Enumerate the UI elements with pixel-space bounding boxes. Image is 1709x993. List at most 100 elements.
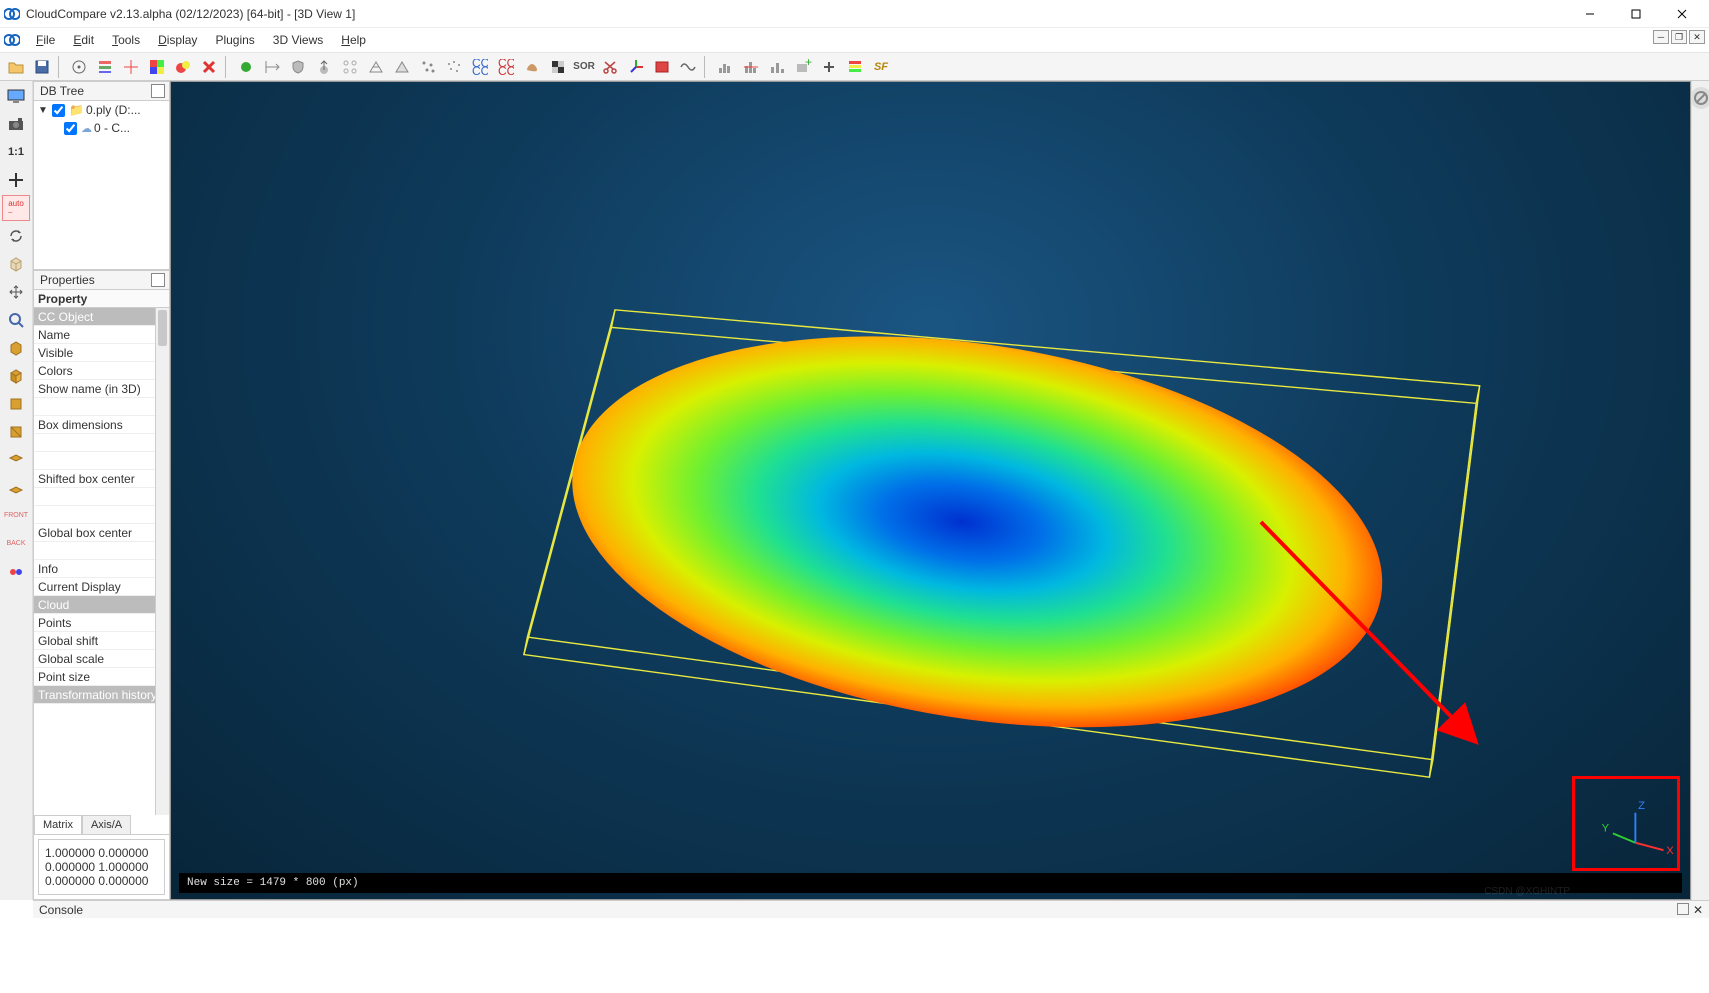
triangulate-icon[interactable] <box>390 55 414 79</box>
tree-root-checkbox[interactable] <box>52 104 65 117</box>
colorize-icon[interactable] <box>171 55 195 79</box>
iso2-icon[interactable] <box>2 363 30 389</box>
properties-header[interactable]: Properties <box>33 270 170 290</box>
hist1-icon[interactable] <box>713 55 737 79</box>
tree-row-child[interactable]: ☁ 0 - C... <box>34 119 169 137</box>
menu-display[interactable]: Display <box>150 30 205 50</box>
cc-blue-icon[interactable]: CCCC <box>468 55 492 79</box>
property-row[interactable] <box>34 542 169 560</box>
iso4-icon[interactable] <box>2 475 30 501</box>
property-row[interactable]: Box dimensions <box>34 416 169 434</box>
front-icon[interactable]: FRONT <box>2 503 30 529</box>
maximize-button[interactable] <box>1613 0 1659 28</box>
delete-icon[interactable] <box>197 55 221 79</box>
close-icon[interactable]: ✕ <box>1693 903 1705 915</box>
property-row[interactable]: Colors <box>34 362 169 380</box>
list-icon[interactable] <box>93 55 117 79</box>
mdi-minimize-button[interactable]: ─ <box>1653 30 1669 44</box>
mdi-close-button[interactable]: ✕ <box>1689 30 1705 44</box>
sor-icon[interactable]: SOR <box>572 55 596 79</box>
pick-icon[interactable] <box>67 55 91 79</box>
book-icon[interactable] <box>650 55 674 79</box>
back-icon[interactable]: BACK <box>2 531 30 557</box>
zoom-icon[interactable] <box>2 307 30 333</box>
tab-matrix[interactable]: Matrix <box>34 815 82 834</box>
property-row[interactable]: Visible <box>34 344 169 362</box>
close-button[interactable] <box>1659 0 1705 28</box>
property-row[interactable] <box>34 488 169 506</box>
cc-red-icon[interactable]: CCCC <box>494 55 518 79</box>
3d-viewport[interactable]: X Y Z New size = 1479 * 800 (px) CSDN @X… <box>170 81 1691 900</box>
checker-icon[interactable] <box>546 55 570 79</box>
tree-child-checkbox[interactable] <box>64 122 77 135</box>
menu-help[interactable]: Help <box>333 30 374 50</box>
auto-icon[interactable]: auto⎯ <box>2 195 30 221</box>
property-row[interactable]: Name <box>34 326 169 344</box>
property-row[interactable]: Point size <box>34 668 169 686</box>
sf-icon[interactable]: SF <box>869 55 893 79</box>
property-row[interactable]: Global box center <box>34 524 169 542</box>
monitor-icon[interactable] <box>2 83 30 109</box>
add-layer-icon[interactable]: + <box>791 55 815 79</box>
shield-icon[interactable] <box>286 55 310 79</box>
menu-file[interactable]: File <box>28 30 63 50</box>
axis-icon[interactable] <box>624 55 648 79</box>
normals-icon[interactable] <box>312 55 336 79</box>
dock-icon[interactable] <box>151 273 165 287</box>
scissors-icon[interactable] <box>598 55 622 79</box>
collapse-icon[interactable]: ▼ <box>38 105 48 116</box>
menu-edit[interactable]: Edit <box>65 30 102 50</box>
property-row[interactable] <box>34 506 169 524</box>
property-row[interactable]: Show name (in 3D) <box>34 380 169 398</box>
property-row[interactable]: Current Display <box>34 578 169 596</box>
property-row[interactable] <box>34 452 169 470</box>
center-icon[interactable] <box>119 55 143 79</box>
menu-3dviews[interactable]: 3D Views <box>265 30 331 50</box>
save-icon[interactable] <box>30 55 54 79</box>
dock-icon[interactable] <box>151 84 165 98</box>
color-icon[interactable] <box>145 55 169 79</box>
top-icon[interactable] <box>2 391 30 417</box>
dock-icon[interactable] <box>1677 903 1689 915</box>
cube1-icon[interactable] <box>2 251 30 277</box>
property-row[interactable]: Global scale <box>34 650 169 668</box>
point-green-icon[interactable] <box>234 55 258 79</box>
mdi-restore-button[interactable]: ❐ <box>1671 30 1687 44</box>
left-icon[interactable] <box>2 419 30 445</box>
property-row[interactable]: Info <box>34 560 169 578</box>
iso-icon[interactable] <box>2 335 30 361</box>
tab-axis[interactable]: Axis/A <box>82 815 131 834</box>
property-row[interactable]: Shifted box center <box>34 470 169 488</box>
wave-icon[interactable] <box>676 55 700 79</box>
colorbar-icon[interactable] <box>843 55 867 79</box>
translate-icon[interactable] <box>2 279 30 305</box>
dbtree-header[interactable]: DB Tree <box>33 81 170 101</box>
crosshair-plus-icon[interactable] <box>2 167 30 193</box>
properties-scrollbar[interactable] <box>155 308 169 815</box>
rock-icon[interactable] <box>520 55 544 79</box>
minimize-button[interactable] <box>1567 0 1613 28</box>
iso3-icon[interactable] <box>2 447 30 473</box>
points1-icon[interactable] <box>416 55 440 79</box>
mesh-icon[interactable] <box>364 55 388 79</box>
camera-icon[interactable] <box>2 111 30 137</box>
menu-plugins[interactable]: Plugins <box>207 30 262 50</box>
plus-icon[interactable] <box>817 55 841 79</box>
property-row[interactable] <box>34 398 169 416</box>
stereo-icon[interactable] <box>2 559 30 585</box>
property-row[interactable] <box>34 434 169 452</box>
property-row[interactable]: Global shift <box>34 632 169 650</box>
open-icon[interactable] <box>4 55 28 79</box>
points2-icon[interactable] <box>442 55 466 79</box>
lock-icon[interactable] <box>1690 87 1709 109</box>
property-row[interactable]: Points <box>34 614 169 632</box>
dim-icon[interactable] <box>260 55 284 79</box>
grid-icon[interactable] <box>338 55 362 79</box>
refresh-icon[interactable] <box>2 223 30 249</box>
console-panel[interactable]: Console ✕ <box>33 900 1709 918</box>
hist2-icon[interactable] <box>739 55 763 79</box>
menu-tools[interactable]: Tools <box>104 30 148 50</box>
scale-1to1-icon[interactable]: 1:1 <box>2 139 30 165</box>
merge-icon[interactable] <box>765 55 789 79</box>
tree-row-root[interactable]: ▼ 📁 0.ply (D:... <box>34 101 169 119</box>
